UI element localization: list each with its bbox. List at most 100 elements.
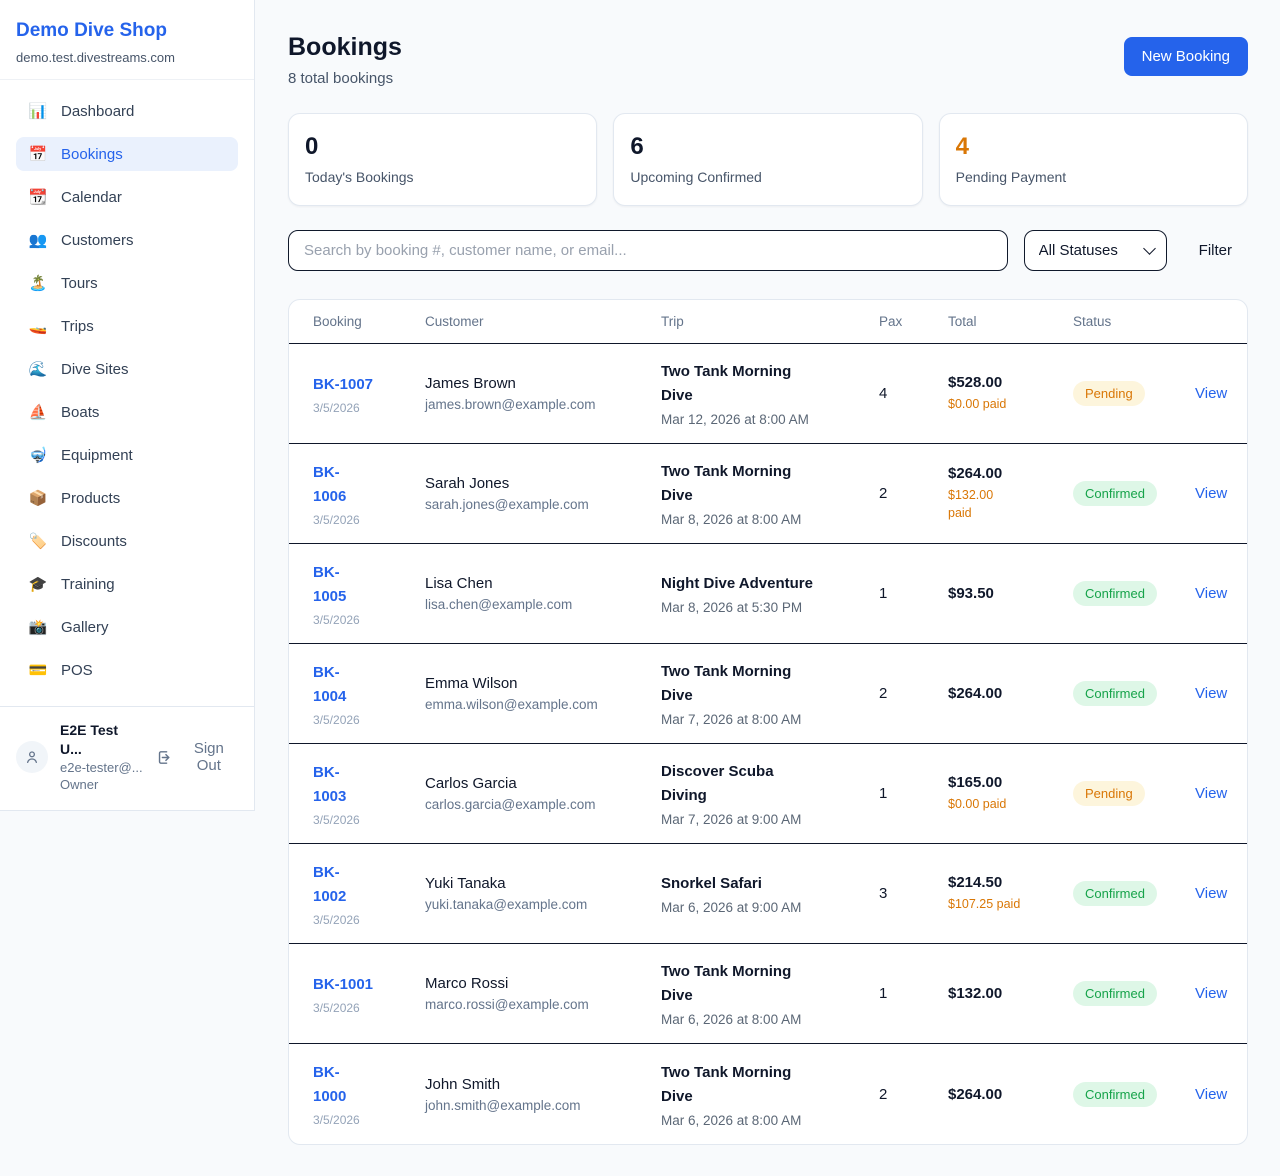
booking-date: 3/5/2026 xyxy=(313,401,425,415)
status-badge: Confirmed xyxy=(1073,1082,1157,1107)
sidebar-item-label: Products xyxy=(61,490,120,507)
sidebar-item-label: Dashboard xyxy=(61,103,134,120)
trip-datetime: Mar 12, 2026 at 8:00 AM xyxy=(661,412,879,427)
sidebar-item-label: Tours xyxy=(61,275,98,292)
stat-value: 6 xyxy=(630,133,905,161)
table-row: BK- 1002 3/5/2026 Yuki Tanaka yuki.tanaka@… xyxy=(289,844,1247,944)
booking-date: 3/5/2026 xyxy=(313,913,425,927)
booking-id-link[interactable]: BK- 1005 xyxy=(313,561,425,609)
total-amount: $165.00 xyxy=(948,774,1073,791)
trip-name: Snorkel Safari xyxy=(661,872,879,896)
trip-name: Discover Scuba Diving xyxy=(661,760,879,808)
customer-email: james.brown@example.com xyxy=(425,397,661,412)
trip-name: Night Dive Adventure xyxy=(661,572,879,596)
trip-datetime: Mar 7, 2026 at 8:00 AM xyxy=(661,712,879,727)
booking-id-link[interactable]: BK- 1002 xyxy=(313,861,425,909)
trip-name: Two Tank Morning Dive xyxy=(661,960,879,1008)
paid-amount: $0.00 paid xyxy=(948,395,1073,413)
customer-name: Lisa Chen xyxy=(425,575,661,592)
person-icon xyxy=(24,749,40,765)
sidebar-item-boats[interactable]: ⛵Boats xyxy=(16,395,238,429)
sidebar-item-dashboard[interactable]: 📊Dashboard xyxy=(16,94,238,128)
customer-name: Yuki Tanaka xyxy=(425,875,661,892)
sidebar-item-pos[interactable]: 💳POS xyxy=(16,653,238,687)
stat-value: 0 xyxy=(305,133,580,161)
brand-domain: demo.test.divestreams.com xyxy=(16,50,238,65)
customer-name: Carlos Garcia xyxy=(425,775,661,792)
customer-email: yuki.tanaka@example.com xyxy=(425,897,661,912)
booking-id-link[interactable]: BK-1001 xyxy=(313,973,425,997)
sidebar-item-products[interactable]: 📦 Products xyxy=(16,481,238,515)
customer-email: marco.rossi@example.com xyxy=(425,997,661,1012)
view-link[interactable]: View xyxy=(1195,785,1227,802)
sidebar-item-training[interactable]: 🎓Training xyxy=(16,567,238,601)
customer-name: John Smith xyxy=(425,1076,661,1093)
table-row: BK- 10003/5/2026 John Smithjohn.smith@ex… xyxy=(289,1044,1247,1144)
pax-count: 2 xyxy=(879,1086,948,1103)
view-link[interactable]: View xyxy=(1195,985,1227,1002)
status-badge: Confirmed xyxy=(1073,481,1157,506)
avatar xyxy=(16,741,48,773)
sidebar-item-discounts[interactable]: 🏷️Discounts xyxy=(16,524,238,558)
pax-count: 2 xyxy=(879,685,948,702)
trip-name: Two Tank Morning Dive xyxy=(661,1061,879,1109)
booking-id-link[interactable]: BK-1007 xyxy=(313,373,425,397)
booking-id-link[interactable]: BK- 1006 xyxy=(313,461,425,509)
sidebar-nav: 📊Dashboard 📅Bookings 📆Calendar 👥Customer… xyxy=(0,80,254,706)
sidebar-item-dive-sites[interactable]: 🌊Dive Sites xyxy=(16,352,238,386)
pax-count: 1 xyxy=(879,985,948,1002)
sidebar-item-tours[interactable]: 🏝️Tours xyxy=(16,266,238,300)
new-booking-button[interactable]: New Booking xyxy=(1124,37,1248,76)
sidebar-item-calendar[interactable]: 📆Calendar xyxy=(16,180,238,214)
stat-card-upcoming-confirmed: 6 Upcoming Confirmed xyxy=(613,113,922,206)
sidebar-item-label: Equipment xyxy=(61,447,133,464)
view-link[interactable]: View xyxy=(1195,385,1227,402)
customer-email: sarah.jones@example.com xyxy=(425,497,661,512)
table-row: BK- 10053/5/2026 Lisa Chenlisa.chen@exam… xyxy=(289,544,1247,644)
trip-datetime: Mar 8, 2026 at 5:30 PM xyxy=(661,600,879,615)
col-header-booking: Booking xyxy=(313,314,425,329)
booking-id-link[interactable]: BK- 1004 xyxy=(313,661,425,709)
tag-icon: 🏷️ xyxy=(28,532,48,550)
total-amount: $528.00 xyxy=(948,374,1073,391)
customer-name: Marco Rossi xyxy=(425,975,661,992)
package-icon: 📦 xyxy=(28,489,48,507)
filter-button[interactable]: Filter xyxy=(1199,242,1232,259)
stat-card-pending-payment: 4 Pending Payment xyxy=(939,113,1248,206)
table-row: BK- 10063/5/2026 Sarah Jonessarah.jones@… xyxy=(289,444,1247,544)
search-input[interactable] xyxy=(288,230,1008,271)
stat-label: Today's Bookings xyxy=(305,169,580,185)
sidebar-item-trips[interactable]: 🚤Trips xyxy=(16,309,238,343)
sign-out-button[interactable]: Sign Out xyxy=(156,740,238,774)
col-header-status: Status xyxy=(1073,314,1195,329)
sidebar-item-bookings[interactable]: 📅Bookings xyxy=(16,137,238,171)
stat-label: Pending Payment xyxy=(956,169,1231,185)
credit-card-icon: 💳 xyxy=(28,661,48,679)
stat-label: Upcoming Confirmed xyxy=(630,169,905,185)
status-badge: Confirmed xyxy=(1073,881,1157,906)
trip-datetime: Mar 7, 2026 at 9:00 AM xyxy=(661,812,879,827)
view-link[interactable]: View xyxy=(1195,585,1227,602)
graduation-cap-icon: 🎓 xyxy=(28,575,48,593)
page-title: Bookings xyxy=(288,33,402,62)
status-select[interactable]: All Statuses xyxy=(1024,230,1167,271)
sidebar-item-label: Gallery xyxy=(61,619,109,636)
bookings-calendar-icon: 📅 xyxy=(28,145,48,163)
sidebar-item-customers[interactable]: 👥Customers xyxy=(16,223,238,257)
pax-count: 1 xyxy=(879,585,948,602)
sidebar-item-gallery[interactable]: 📸Gallery xyxy=(16,610,238,644)
total-amount: $264.00 xyxy=(948,685,1073,702)
stat-card-todays-bookings: 0 Today's Bookings xyxy=(288,113,597,206)
calendar-icon: 📆 xyxy=(28,188,48,206)
booking-id-link[interactable]: BK- 1003 xyxy=(313,761,425,809)
booking-id-link[interactable]: BK- 1000 xyxy=(313,1061,425,1109)
view-link[interactable]: View xyxy=(1195,1086,1227,1103)
table-row: BK-10013/5/2026 Marco Rossimarco.rossi@e… xyxy=(289,944,1247,1044)
status-badge: Confirmed xyxy=(1073,581,1157,606)
view-link[interactable]: View xyxy=(1195,885,1227,902)
sidebar-item-equipment[interactable]: 🤿Equipment xyxy=(16,438,238,472)
logout-icon xyxy=(156,749,173,766)
view-link[interactable]: View xyxy=(1195,685,1227,702)
view-link[interactable]: View xyxy=(1195,485,1227,502)
trip-datetime: Mar 6, 2026 at 8:00 AM xyxy=(661,1113,879,1128)
